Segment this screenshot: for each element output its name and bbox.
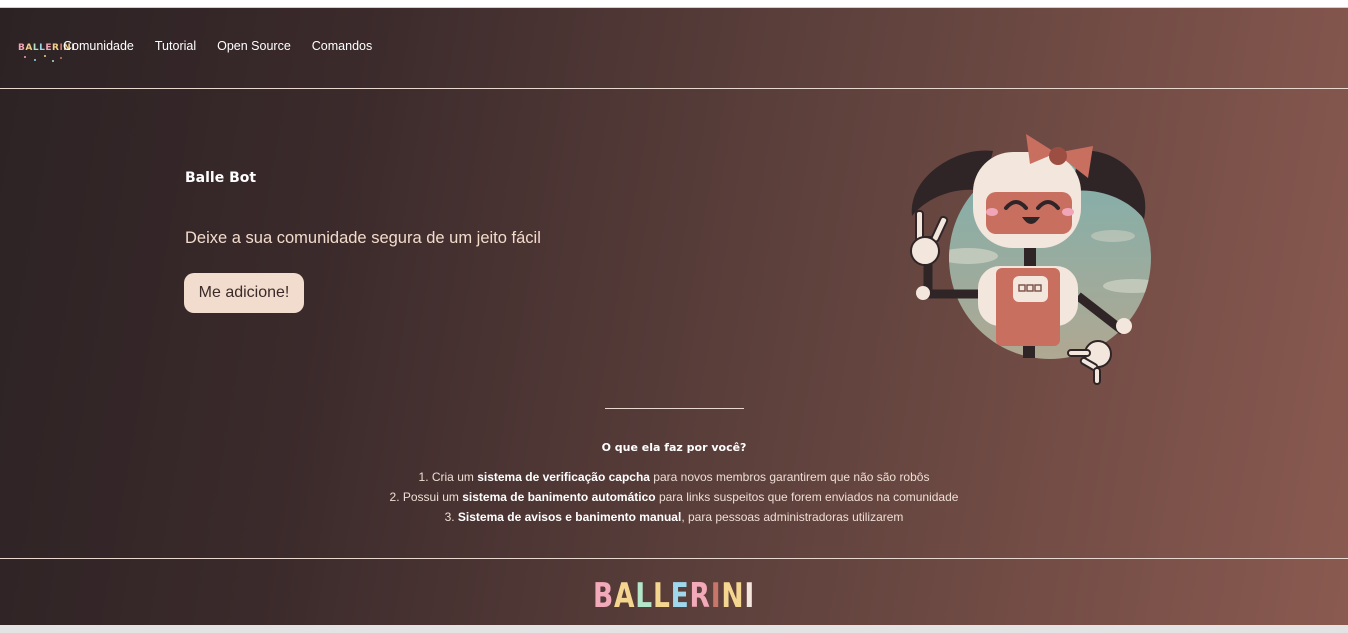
robot-mascot-icon: [910, 134, 1151, 385]
ballerini-logo[interactable]: BALLERINI: [18, 38, 75, 64]
logo-sparkles: [22, 54, 62, 62]
nav-link-comandos[interactable]: Comandos: [312, 39, 372, 53]
hero-title: Balle Bot: [185, 170, 257, 186]
feature-item: 1. Cria um sistema de verificação capcha…: [418, 470, 930, 484]
features-list: 1. Cria um sistema de verificação capcha…: [0, 467, 1348, 527]
browser-bottom-strip: [0, 625, 1348, 633]
hero-subtitle: Deixe a sua comunidade segura de um jeit…: [185, 229, 541, 247]
add-bot-button[interactable]: Me adicione!: [184, 273, 304, 313]
section-divider: [605, 408, 744, 409]
nav-link-open-source[interactable]: Open Source: [217, 39, 291, 53]
features-title: O que ela faz por você?: [601, 441, 747, 454]
feature-item: 3. Sistema de avisos e banimento manual,…: [444, 510, 904, 524]
page: BALLERINI Comunidade Tutorial Open Sourc…: [0, 8, 1348, 625]
nav-link-comunidade[interactable]: Comunidade: [63, 39, 134, 53]
feature-item: 2. Possui um sistema de banimento automá…: [389, 490, 959, 504]
browser-top-strip: [0, 0, 1348, 8]
footer-logo[interactable]: BALLERINI: [148, 576, 1199, 616]
navbar: BALLERINI Comunidade Tutorial Open Sourc…: [0, 8, 1348, 89]
nav-link-tutorial[interactable]: Tutorial: [155, 39, 196, 53]
footer-divider: [0, 558, 1348, 559]
nav-links: Comunidade Tutorial Open Source Comandos: [63, 39, 372, 53]
